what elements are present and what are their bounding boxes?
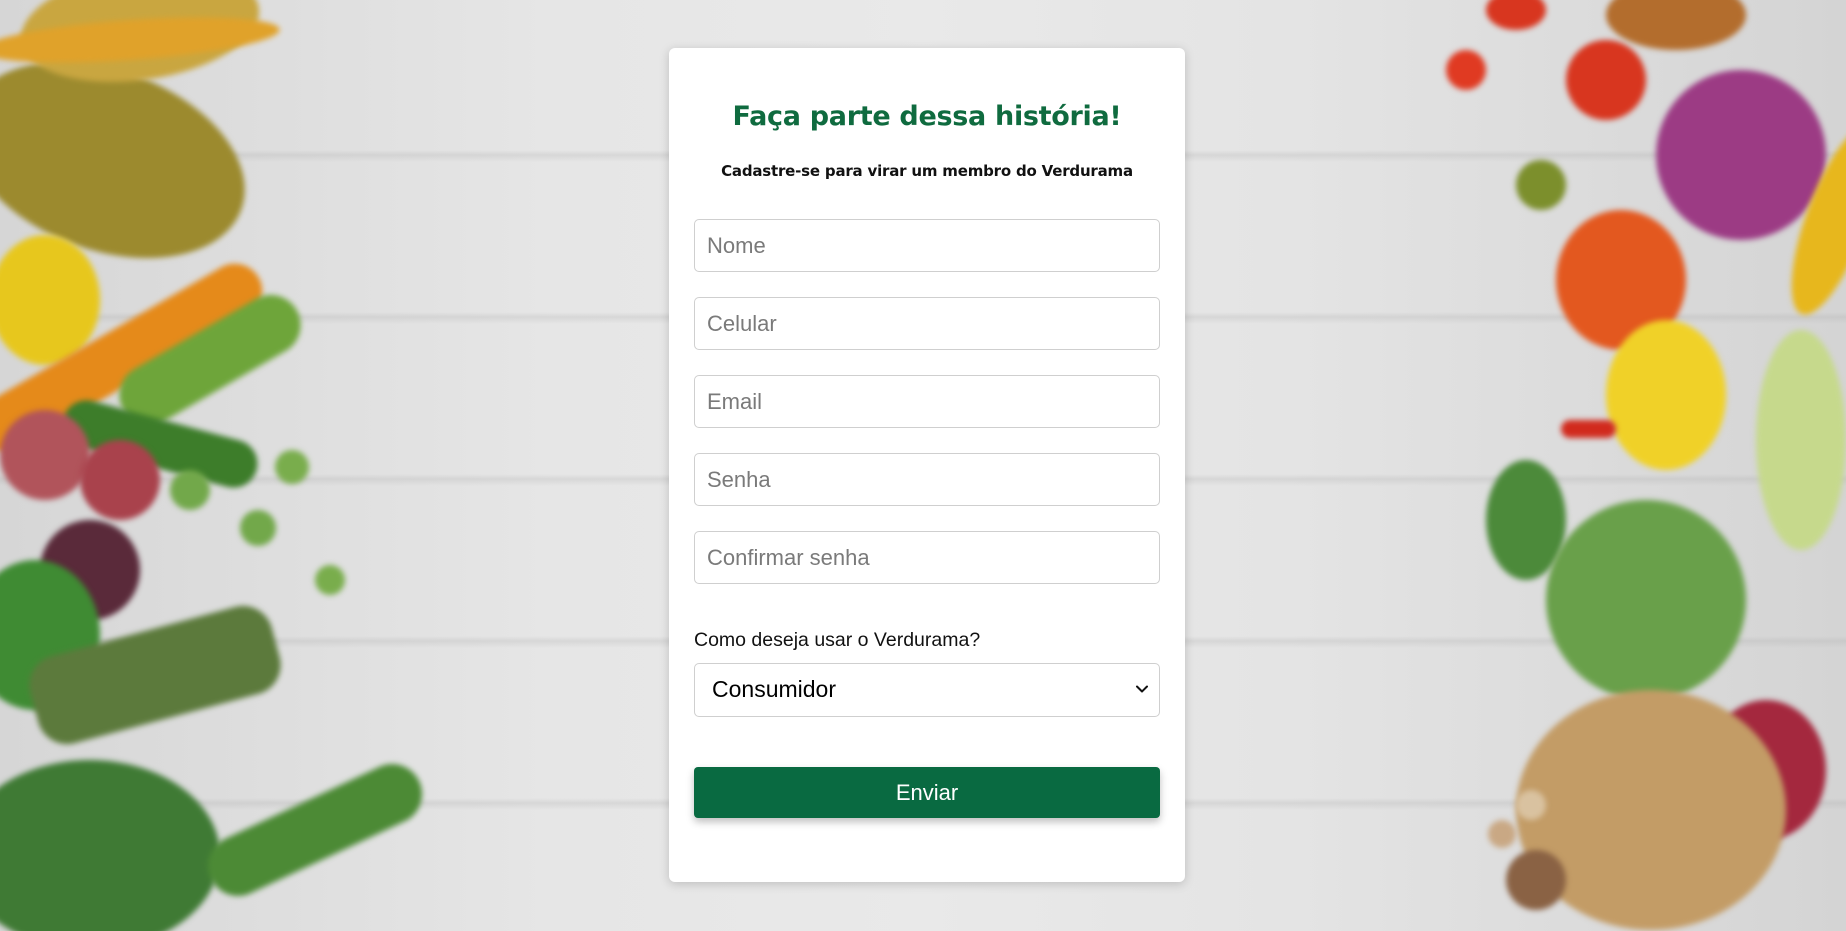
confirm-password-input[interactable] (694, 531, 1160, 584)
submit-button[interactable]: Enviar (694, 767, 1160, 818)
usage-question-label: Como deseja usar o Verdurama? (694, 629, 981, 651)
signup-card: Faça parte dessa história! Cadastre-se p… (669, 48, 1185, 882)
password-input[interactable] (694, 453, 1160, 506)
usage-select-value: Consumidor (712, 676, 836, 702)
chevron-down-icon (1135, 682, 1149, 696)
page-background: Faça parte dessa história! Cadastre-se p… (0, 0, 1846, 931)
phone-input[interactable] (694, 297, 1160, 350)
signup-subtitle: Cadastre-se para virar um membro do Verd… (721, 162, 1133, 180)
vegetables-right-image (1386, 0, 1846, 931)
vegetables-left-image (0, 0, 460, 931)
signup-title: Faça parte dessa história! (732, 101, 1122, 132)
signup-form: Como deseja usar o Verdurama? Consumidor… (694, 219, 1160, 818)
name-input[interactable] (694, 219, 1160, 272)
usage-select[interactable]: Consumidor (694, 663, 1160, 717)
email-input[interactable] (694, 375, 1160, 428)
